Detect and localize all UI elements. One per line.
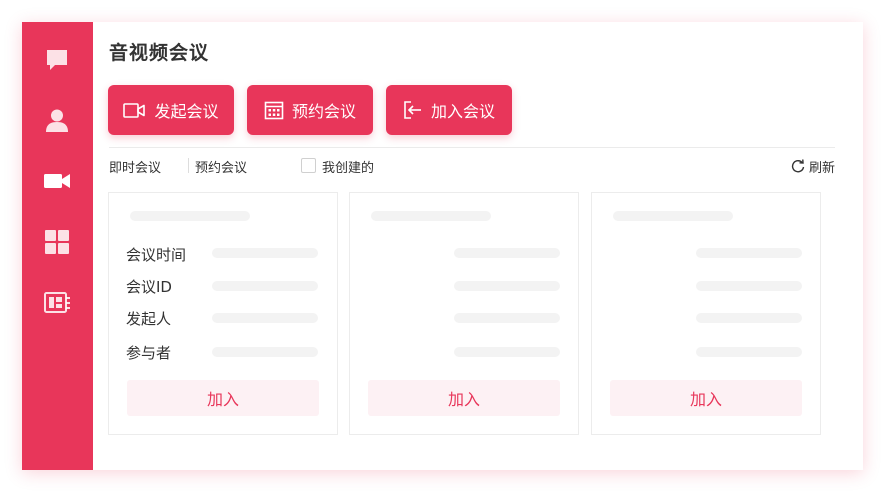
field-value-placeholder xyxy=(454,313,560,323)
field-value-placeholder xyxy=(696,347,802,357)
sidebar xyxy=(22,22,93,470)
created-by-me-checkbox[interactable] xyxy=(301,158,316,173)
card-join-button[interactable]: 加入 xyxy=(368,380,560,416)
chat-bubble-icon[interactable] xyxy=(43,46,71,74)
field-value-placeholder xyxy=(212,248,318,258)
field-label-id: 会议ID xyxy=(126,278,172,296)
start-meeting-button[interactable]: 发起会议 xyxy=(108,85,234,135)
video-camera-outline-icon xyxy=(123,102,146,118)
field-value-placeholder xyxy=(212,313,318,323)
refresh-icon xyxy=(791,159,805,173)
tab-scheduled-meeting[interactable]: 预约会议 xyxy=(195,157,247,176)
calendar-icon xyxy=(264,101,284,120)
card-join-button[interactable]: 加入 xyxy=(127,380,319,416)
user-icon[interactable] xyxy=(43,106,71,134)
meeting-card: 加入 xyxy=(591,192,821,435)
enter-icon xyxy=(404,101,421,119)
field-value-placeholder xyxy=(696,313,802,323)
field-value-placeholder xyxy=(696,248,802,258)
join-meeting-button[interactable]: 加入会议 xyxy=(386,85,512,135)
meeting-card: 会议时间 会议ID 发起人 参与者 加入 xyxy=(108,192,338,435)
refresh-button[interactable]: 刷新 xyxy=(791,156,835,176)
join-meeting-label: 加入会议 xyxy=(430,102,495,121)
field-value-placeholder xyxy=(454,347,560,357)
filter-bar: 即时会议 预约会议 我创建的 刷新 xyxy=(109,156,835,176)
field-label-host: 发起人 xyxy=(126,310,172,328)
card-title-placeholder xyxy=(371,211,491,221)
grid-apps-icon[interactable] xyxy=(43,228,71,256)
main-panel: 音视频会议 发起会议 预约会议 加入会议 即时会议 预约会议 我创建的 刷新 会… xyxy=(93,22,863,470)
card-join-button[interactable]: 加入 xyxy=(610,380,802,416)
created-by-me-label[interactable]: 我创建的 xyxy=(322,157,374,176)
meeting-board-icon[interactable] xyxy=(43,289,71,317)
field-value-placeholder xyxy=(212,281,318,291)
app-window: 音视频会议 发起会议 预约会议 加入会议 即时会议 预约会议 我创建的 刷新 会… xyxy=(22,22,863,470)
refresh-label: 刷新 xyxy=(808,160,835,176)
schedule-meeting-label: 预约会议 xyxy=(291,102,356,121)
divider xyxy=(109,147,835,148)
tab-instant-meeting[interactable]: 即时会议 xyxy=(109,157,161,176)
field-value-placeholder xyxy=(212,347,318,357)
start-meeting-label: 发起会议 xyxy=(154,102,219,121)
video-camera-icon[interactable] xyxy=(43,167,71,195)
field-value-placeholder xyxy=(454,281,560,291)
field-value-placeholder xyxy=(696,281,802,291)
card-title-placeholder xyxy=(130,211,250,221)
schedule-meeting-button[interactable]: 预约会议 xyxy=(247,85,373,135)
field-label-time: 会议时间 xyxy=(126,246,187,264)
field-value-placeholder xyxy=(454,248,560,258)
page-title: 音视频会议 xyxy=(109,42,210,64)
meeting-card: 加入 xyxy=(349,192,579,435)
tab-separator xyxy=(188,158,189,173)
card-title-placeholder xyxy=(613,211,733,221)
field-label-participants: 参与者 xyxy=(126,344,172,362)
